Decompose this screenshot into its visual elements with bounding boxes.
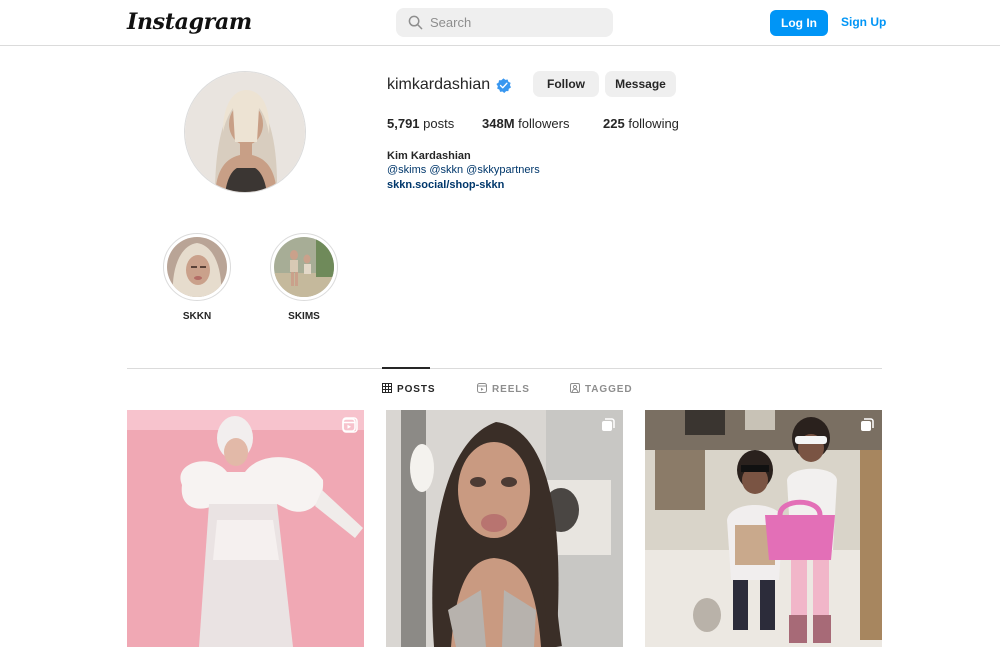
highlight-label: SKKN [182, 311, 212, 322]
highlight-skkn[interactable] [163, 233, 231, 301]
reel-icon [342, 418, 356, 432]
profile-full-name: Kim Kardashian [387, 150, 471, 162]
verified-badge-icon [496, 78, 511, 93]
tab-tagged[interactable]: TAGGED [570, 383, 632, 395]
tabs-divider [127, 368, 882, 369]
top-nav-bar: Instagram Log In Sign Up [0, 0, 1000, 46]
search-input[interactable] [430, 8, 605, 37]
grid-icon [382, 383, 392, 393]
active-tab-indicator [382, 367, 430, 369]
search-icon [408, 15, 423, 30]
posts-count-label: posts [423, 116, 455, 131]
login-button[interactable]: Log In [770, 10, 828, 36]
highlight-label: SKIMS [288, 311, 320, 322]
followers-count-label: followers [518, 116, 570, 131]
post-image [645, 410, 882, 647]
reels-icon [477, 383, 487, 393]
follow-button[interactable]: Follow [533, 71, 599, 97]
signup-link[interactable]: Sign Up [841, 15, 886, 29]
tab-reels[interactable]: REELS [477, 383, 530, 395]
instagram-logo[interactable]: Instagram [127, 9, 252, 35]
tab-label: TAGGED [585, 384, 633, 395]
tab-label: POSTS [397, 384, 436, 395]
post-tile[interactable] [645, 410, 882, 647]
bio-link[interactable]: skkn.social/shop-skkn [387, 179, 504, 191]
carousel-icon [602, 418, 615, 431]
followers-count-value: 348M [482, 116, 515, 131]
profile-username: kimkardashian [387, 76, 491, 93]
following-count[interactable]: 225 following [603, 116, 679, 131]
message-button[interactable]: Message [605, 71, 676, 97]
post-tile[interactable] [127, 410, 364, 647]
bio-mentions[interactable]: @skims @skkn @skkypartners [387, 164, 540, 176]
highlight-cover [167, 237, 227, 297]
post-image [127, 410, 364, 647]
tagged-icon [570, 383, 580, 393]
following-count-label: following [628, 116, 679, 131]
tab-label: REELS [492, 384, 530, 395]
profile-avatar[interactable] [184, 71, 306, 193]
carousel-icon [861, 418, 874, 431]
post-image [386, 410, 623, 647]
posts-count: 5,791 posts [387, 116, 454, 131]
profile-photo [185, 72, 305, 192]
following-count-value: 225 [603, 116, 625, 131]
search-box[interactable] [396, 8, 613, 37]
highlight-skims[interactable] [270, 233, 338, 301]
highlight-cover [274, 237, 334, 297]
tab-posts[interactable]: POSTS [382, 383, 435, 395]
post-tile[interactable] [386, 410, 623, 647]
followers-count[interactable]: 348M followers [482, 116, 569, 131]
posts-count-value: 5,791 [387, 116, 420, 131]
